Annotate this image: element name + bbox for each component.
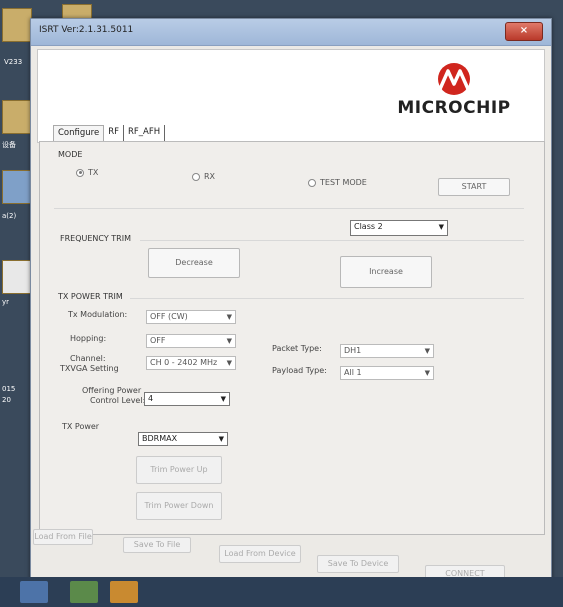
packet-type-label: Packet Type:	[272, 344, 322, 353]
tx-power-select[interactable]: BDRMAX ▼	[138, 432, 228, 446]
taskbar	[0, 577, 563, 607]
load-from-device-button[interactable]: Load From Device	[219, 545, 301, 563]
desktop-folder-icon[interactable]	[2, 100, 32, 134]
window-title: ISRT Ver:2.1.31.5011	[39, 25, 134, 35]
chevron-down-icon: ▼	[220, 395, 226, 403]
offering-power-label: Offering Power	[82, 386, 142, 395]
chevron-down-icon: ▼	[226, 337, 232, 345]
increase-button[interactable]: Increase	[340, 256, 432, 288]
tab-rf[interactable]: RF	[104, 125, 124, 141]
divider	[130, 298, 524, 299]
radio-unchecked-icon	[192, 172, 200, 181]
tx-modulation-select[interactable]: OFF (CW) ▼	[146, 310, 236, 324]
microchip-logo: MICROCHIP	[384, 62, 524, 132]
desktop-folder-icon[interactable]	[2, 8, 32, 42]
divider	[140, 240, 524, 241]
configure-panel: MODE TX RX TEST MODE START Class 2 ▼ FRE…	[39, 141, 545, 535]
mode-label: MODE	[58, 150, 83, 159]
tx-power-value: BDRMAX	[142, 434, 178, 443]
payload-type-select[interactable]: All 1 ▼	[340, 366, 434, 380]
hopping-select[interactable]: OFF ▼	[146, 334, 236, 348]
chevron-down-icon: ▼	[226, 313, 232, 321]
radio-label: TX	[88, 168, 99, 177]
control-level-label: Control Level:	[90, 396, 146, 405]
app-icon[interactable]	[110, 581, 138, 603]
payload-type-label: Payload Type:	[272, 366, 327, 375]
control-level-value: 4	[148, 394, 154, 403]
save-to-device-button[interactable]: Save To Device	[317, 555, 399, 573]
radio-label: TEST MODE	[320, 178, 367, 187]
close-button[interactable]: ×	[505, 22, 543, 41]
start-menu-icon[interactable]	[20, 581, 48, 603]
payload-type-value: All 1	[344, 368, 362, 377]
channel-label: Channel:	[70, 354, 106, 363]
mode-rx-radio[interactable]: RX	[192, 172, 215, 181]
trim-power-down-button[interactable]: Trim Power Down	[136, 492, 222, 520]
app-icon[interactable]	[70, 581, 98, 603]
control-level-select[interactable]: 4 ▼	[144, 392, 230, 406]
class-select-value: Class 2	[354, 222, 383, 231]
chevron-down-icon: ▼	[424, 369, 430, 377]
decrease-button[interactable]: Decrease	[148, 248, 240, 278]
desktop-label: V233	[4, 58, 23, 66]
channel-value: CH 0 - 2402 MHz	[150, 358, 218, 367]
trim-power-up-button[interactable]: Trim Power Up	[136, 456, 222, 484]
desktop-label: a(2)	[2, 212, 17, 220]
class-select[interactable]: Class 2 ▼	[350, 220, 448, 236]
desktop-label: 20	[2, 396, 11, 404]
radio-unchecked-icon	[308, 178, 316, 187]
chevron-down-icon: ▼	[226, 359, 232, 367]
channel-select[interactable]: CH 0 - 2402 MHz ▼	[146, 356, 236, 370]
microchip-logo-icon	[438, 63, 470, 95]
chevron-down-icon: ▼	[424, 347, 430, 355]
desktop-label: 015	[2, 385, 16, 393]
tab-bar: Configure RF RF_AFH	[53, 125, 166, 141]
desktop-folder-icon[interactable]	[2, 260, 32, 294]
tx-modulation-value: OFF (CW)	[150, 312, 188, 321]
hopping-value: OFF	[150, 336, 166, 345]
txvga-setting-label: TXVGA Setting	[60, 364, 119, 373]
tx-power-trim-label: TX POWER TRIM	[58, 292, 123, 301]
radio-label: RX	[204, 172, 216, 181]
tx-power-label: TX Power	[62, 422, 100, 431]
start-button[interactable]: START	[438, 178, 510, 196]
hopping-label: Hopping:	[70, 334, 107, 343]
desktop-label: yr	[2, 298, 10, 306]
divider	[54, 208, 524, 209]
packet-type-value: DH1	[344, 346, 362, 355]
desktop-folder-icon[interactable]	[2, 170, 32, 204]
tab-configure[interactable]: Configure	[53, 125, 105, 141]
chevron-down-icon: ▼	[438, 223, 444, 231]
save-to-file-button[interactable]: Save To File	[123, 537, 191, 553]
packet-type-select[interactable]: DH1 ▼	[340, 344, 434, 358]
frequency-trim-label: FREQUENCY TRIM	[60, 234, 131, 243]
app-window: ISRT Ver:2.1.31.5011 × MICROCHIP Configu…	[30, 18, 552, 602]
radio-checked-icon	[76, 168, 84, 177]
mode-tx-radio[interactable]: TX	[76, 168, 98, 177]
logo-text: MICROCHIP	[397, 98, 511, 118]
load-from-file-button[interactable]: Load From File	[33, 529, 93, 545]
title-bar[interactable]: ISRT Ver:2.1.31.5011 ×	[31, 19, 551, 46]
tx-modulation-label: Tx Modulation:	[68, 310, 128, 319]
desktop-label: 设备	[2, 141, 16, 149]
tab-rf-afh[interactable]: RF_AFH	[124, 125, 166, 141]
chevron-down-icon: ▼	[218, 435, 224, 443]
mode-test-radio[interactable]: TEST MODE	[308, 178, 367, 187]
